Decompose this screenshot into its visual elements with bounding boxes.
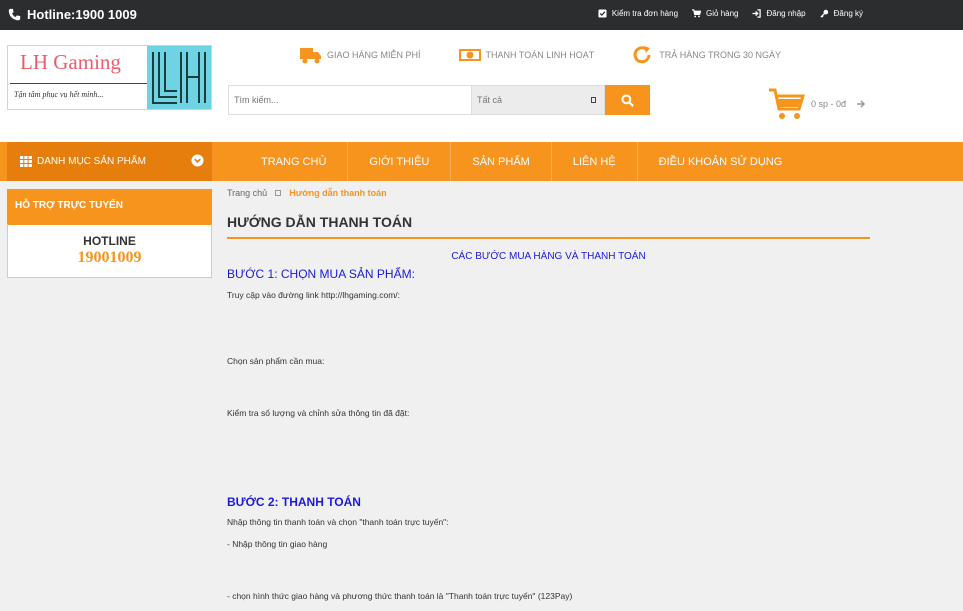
hotline-text: Hotline:1900 1009 — [27, 7, 137, 22]
truck-icon — [300, 48, 321, 64]
perk-flexible-payment-label: THANH TOÁN LINH HOẠT — [485, 50, 595, 60]
refresh-icon — [633, 46, 651, 64]
step-1-line-3: Kiểm tra số lượng và chỉnh sửa thông tin… — [227, 408, 410, 418]
grid-icon — [20, 156, 32, 167]
perk-free-shipping-label: GIAO HÀNG MIỄN PHÍ — [327, 50, 421, 60]
header: LH Gaming Tận tâm phục vụ hết mình... GI… — [0, 30, 963, 142]
sign-in-icon — [752, 9, 762, 18]
content-subtitle: CÁC BƯỚC MUA HÀNG VÀ THANH TOÁN — [451, 251, 646, 262]
logo-mark — [147, 46, 211, 109]
nav-item-products[interactable]: SẢN PHẨM — [451, 142, 552, 181]
shopping-cart-icon — [769, 88, 805, 119]
step-1-heading: BƯỚC 1: CHỌN MUA SẢN PHẨM: — [227, 267, 415, 281]
nav-items: TRANG CHỦ GIỚI THIỆU SẢN PHẨM LIÊN HỆ ĐI… — [240, 142, 803, 181]
header-cart[interactable]: 0 sp - 0đ — [769, 87, 866, 121]
cart-icon — [692, 9, 702, 18]
main-nav: DANH MỤC SẢN PHẨM TRANG CHỦ GIỚI THIỆU S… — [0, 142, 963, 181]
search-button[interactable] — [605, 85, 650, 115]
phone-icon — [8, 8, 21, 21]
order-check-link[interactable]: Kiểm tra đơn hàng — [598, 9, 678, 18]
breadcrumb-current: Hướng dẫn thanh toán — [289, 188, 387, 198]
step-1-line-1: Truy cập vào đường link http://lhgaming.… — [227, 290, 401, 300]
breadcrumb-separator-icon — [275, 190, 282, 196]
chevron-down-icon — [591, 97, 596, 103]
cart-link[interactable]: Giỏ hàng — [692, 9, 738, 18]
step-2-line-2: - Nhập thông tin giao hàng — [227, 539, 328, 549]
arrow-right-icon — [857, 100, 866, 108]
register-label: Đăng ký — [833, 9, 863, 18]
breadcrumb: Trang chủ Hướng dẫn thanh toán — [227, 188, 387, 198]
check-square-icon — [598, 9, 607, 18]
page-title: HƯỚNG DẪN THANH TOÁN — [227, 214, 870, 239]
search-bar: Tất cả — [228, 85, 650, 115]
login-label: Đăng nhập — [766, 9, 806, 18]
hotline[interactable]: Hotline:1900 1009 — [8, 7, 137, 22]
step-2-line-3: - chọn hình thức giao hàng và phương thứ… — [227, 591, 573, 601]
key-icon — [820, 9, 828, 18]
step-2-heading: BƯỚC 2: THANH TOÁN — [227, 495, 361, 509]
nav-item-contact[interactable]: LIÊN HỆ — [552, 142, 638, 181]
perk-return-label: TRẢ HÀNG TRONG 30 NGÀY — [659, 50, 782, 60]
logo-tagline: Tận tâm phục vụ hết mình... — [10, 83, 148, 107]
step-2-line-1: Nhập thông tin thanh toán và chọn "thanh… — [227, 517, 449, 527]
order-check-label: Kiểm tra đơn hàng — [611, 9, 679, 18]
logo-title: LH Gaming — [20, 50, 121, 74]
hotline-label: HOTLINE — [83, 234, 136, 248]
search-category-value: Tất cả — [477, 95, 503, 105]
support-title: HỖ TRỢ TRỰC TUYẾN — [7, 189, 212, 223]
cart-summary: 0 sp - 0đ — [811, 99, 847, 109]
chevron-circle-down-icon — [191, 154, 204, 167]
register-link[interactable]: Đăng ký — [820, 9, 863, 18]
top-bar: Hotline:1900 1009 Kiểm tra đơn hàng Giỏ … — [0, 0, 963, 30]
search-icon — [621, 93, 634, 107]
perk-return: TRẢ HÀNG TRONG 30 NGÀY — [632, 45, 781, 65]
cart-link-label: Giỏ hàng — [706, 9, 739, 18]
search-category-select[interactable]: Tất cả — [471, 85, 605, 115]
nav-item-home[interactable]: TRANG CHỦ — [240, 142, 349, 181]
breadcrumb-home[interactable]: Trang chủ — [227, 188, 267, 198]
hotline-number[interactable]: 19001009 — [8, 249, 211, 267]
search-input[interactable] — [228, 85, 471, 115]
perk-flexible-payment: THANH TOÁN LINH HOẠT — [458, 45, 595, 65]
account-links: Kiểm tra đơn hàng Giỏ hàng Đăng nhập Đăn… — [598, 9, 863, 18]
nav-item-terms[interactable]: ĐIỀU KHOẢN SỬ DỤNG — [638, 142, 804, 181]
step-1-line-2: Chọn sản phẩm cần mua: — [227, 356, 325, 366]
login-link[interactable]: Đăng nhập — [752, 9, 806, 18]
site-logo[interactable]: LH Gaming Tận tâm phục vụ hết mình... — [7, 45, 212, 110]
category-menu-label: DANH MỤC SẢN PHẨM — [37, 156, 146, 167]
support-box: HOTLINE 19001009 — [7, 223, 212, 278]
category-menu-toggle[interactable]: DANH MỤC SẢN PHẨM — [7, 142, 212, 181]
nav-item-about[interactable]: GIỚI THIỆU — [348, 142, 452, 181]
money-icon — [458, 49, 481, 61]
perk-free-shipping: GIAO HÀNG MIỄN PHÍ — [300, 45, 421, 65]
service-perks: GIAO HÀNG MIỄN PHÍ THANH TOÁN LINH HOẠT … — [300, 45, 781, 65]
